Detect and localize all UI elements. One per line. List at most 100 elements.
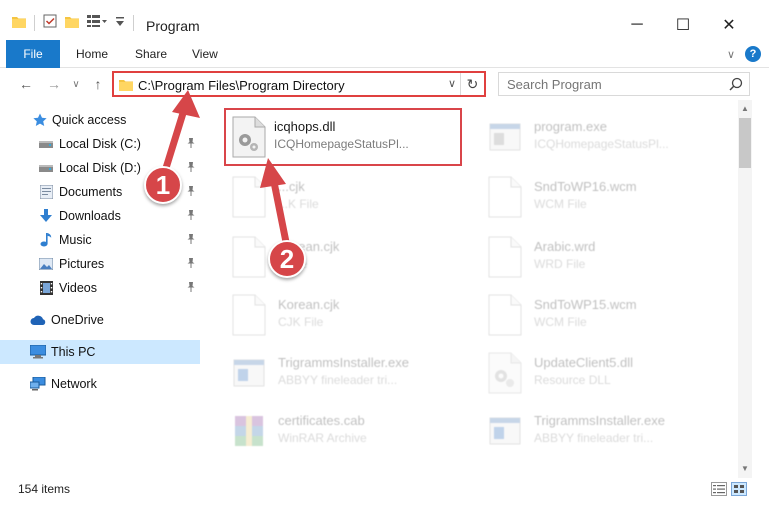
refresh-button[interactable]: ↻ (460, 73, 484, 95)
file-name: Arabic.wrd (534, 239, 596, 254)
tab-home[interactable]: Home (62, 40, 122, 68)
file-item[interactable]: Arabic.wrd WRD File (472, 228, 712, 284)
documents-icon (38, 184, 54, 200)
expand-ribbon-button[interactable]: ∨ (727, 48, 735, 61)
blank-file-icon (488, 294, 522, 336)
exe-icon (232, 352, 266, 394)
file-name: icqhops.dll (274, 119, 336, 134)
file-name: UpdateClient5.dll (534, 355, 634, 370)
file-item[interactable]: TrigrammsInstaller.exe ABBYY fineleader … (472, 402, 712, 458)
pin-icon[interactable] (186, 281, 196, 295)
sidebar-item-local-disk-c[interactable]: Local Disk (C:) (0, 132, 200, 156)
scroll-down-arrow-icon[interactable]: ▼ (738, 462, 752, 476)
close-button[interactable]: ✕ (706, 10, 752, 40)
vertical-scrollbar[interactable]: ▲ ▼ (738, 100, 752, 478)
file-type: ICQHomepageStatusPl... (274, 137, 409, 151)
sidebar-item-this-pc[interactable]: This PC (0, 340, 200, 364)
file-item[interactable]: certificates.cab WinRAR Archive (216, 402, 456, 458)
recent-locations-button[interactable]: ∨ (66, 74, 86, 94)
pin-icon[interactable] (186, 185, 196, 199)
file-type: CJK File (278, 315, 324, 329)
sidebar-item-onedrive[interactable]: OneDrive (0, 308, 200, 332)
scroll-up-arrow-icon[interactable]: ▲ (738, 102, 752, 116)
file-type: WCM File (534, 315, 587, 329)
drive-icon (38, 136, 54, 152)
file-item[interactable]: UpdateClient5.dll Resource DLL (472, 344, 712, 400)
address-path: C:\Program Files\Program Directory (138, 78, 345, 93)
new-folder-icon[interactable] (65, 15, 79, 31)
file-item[interactable]: TrigrammsInstaller.exe ABBYY fineleader … (216, 344, 456, 400)
sidebar-item-label: Network (51, 377, 97, 391)
file-item[interactable]: program.exe ICQHomepageStatusPl... (472, 108, 712, 164)
sidebar-item-label: OneDrive (51, 313, 104, 327)
sidebar-item-label: Local Disk (D:) (59, 161, 141, 175)
dll-gear-icon (488, 352, 522, 394)
pictures-icon (38, 256, 54, 272)
computer-icon (30, 344, 46, 360)
forward-button[interactable]: → (44, 74, 64, 94)
tab-share[interactable]: Share (121, 40, 181, 68)
file-list: icqhops.dll ICQHomepageStatusPl... progr… (210, 100, 738, 478)
download-icon (38, 208, 54, 224)
customize-toolbar-icon[interactable] (115, 15, 125, 30)
file-type: ABBYY fineleader tri... (534, 431, 654, 445)
sidebar-item-pictures[interactable]: Pictures (0, 252, 200, 276)
blank-file-icon (232, 294, 266, 336)
address-dropdown-button[interactable]: ∨ (448, 77, 456, 90)
blank-file-icon (488, 236, 522, 278)
file-type: Resource DLL (534, 373, 611, 387)
scroll-thumb[interactable] (739, 118, 751, 168)
pin-icon[interactable] (186, 233, 196, 247)
sidebar-item-music[interactable]: Music (0, 228, 200, 252)
blank-file-icon (232, 176, 266, 218)
toolbar-separator (133, 14, 134, 31)
pin-icon[interactable] (186, 209, 196, 223)
back-button[interactable]: ← (16, 74, 36, 94)
file-name: ...cjk (278, 179, 305, 194)
sidebar-item-label: Local Disk (C:) (59, 137, 141, 151)
search-input[interactable] (499, 73, 709, 95)
help-button[interactable]: ? (745, 46, 761, 62)
network-icon (30, 376, 46, 392)
videos-icon (38, 280, 54, 296)
exe-icon (488, 410, 522, 452)
properties-icon[interactable] (43, 14, 57, 31)
sidebar-item-network[interactable]: Network (0, 372, 200, 396)
annotation-badge-step-1: 1 (144, 166, 182, 204)
minimize-button[interactable]: ─ (614, 10, 660, 40)
blank-file-icon (232, 236, 266, 278)
star-icon (32, 112, 48, 128)
quick-access-toolbar (12, 14, 134, 31)
sidebar-item-label: Music (59, 233, 92, 247)
sidebar-item-quick-access[interactable]: Quick access (0, 108, 200, 132)
view-options-icon[interactable] (87, 14, 107, 31)
sidebar-item-downloads[interactable]: Downloads (0, 204, 200, 228)
up-button[interactable]: ↑ (88, 74, 108, 94)
file-item[interactable]: Korean.cjk CJK File (216, 286, 456, 342)
tab-view[interactable]: View (178, 40, 232, 68)
maximize-button[interactable]: ☐ (660, 10, 706, 40)
file-item-icqhops-dll[interactable]: icqhops.dll ICQHomepageStatusPl... (224, 108, 462, 166)
search-icon[interactable] (729, 77, 743, 94)
pin-icon[interactable] (186, 161, 196, 175)
file-name: TrigrammsInstaller.exe (534, 413, 665, 428)
exe-icon (488, 116, 522, 158)
window-title: Program (146, 18, 200, 34)
file-name: SndToWP16.wcm (534, 179, 637, 194)
file-item[interactable]: SndToWP15.wcm WCM File (472, 286, 712, 342)
search-box[interactable] (498, 72, 750, 96)
title-bar: Program ─ ☐ ✕ (0, 0, 769, 40)
file-item[interactable]: ...cjk ...K File (216, 168, 456, 224)
folder-icon (12, 15, 26, 31)
sidebar-item-videos[interactable]: Videos (0, 276, 200, 300)
pin-icon[interactable] (186, 137, 196, 151)
file-item[interactable]: Korean.cjk ...File (216, 228, 456, 284)
large-icons-view-icon[interactable] (731, 482, 747, 499)
details-view-icon[interactable] (711, 482, 727, 499)
address-bar[interactable]: C:\Program Files\Program Directory ∨ ↻ (112, 71, 486, 97)
file-item[interactable]: SndToWP16.wcm WCM File (472, 168, 712, 224)
status-bar: 154 items (0, 478, 769, 512)
dll-gear-icon (232, 116, 266, 158)
music-icon (38, 232, 54, 248)
pin-icon[interactable] (186, 257, 196, 271)
